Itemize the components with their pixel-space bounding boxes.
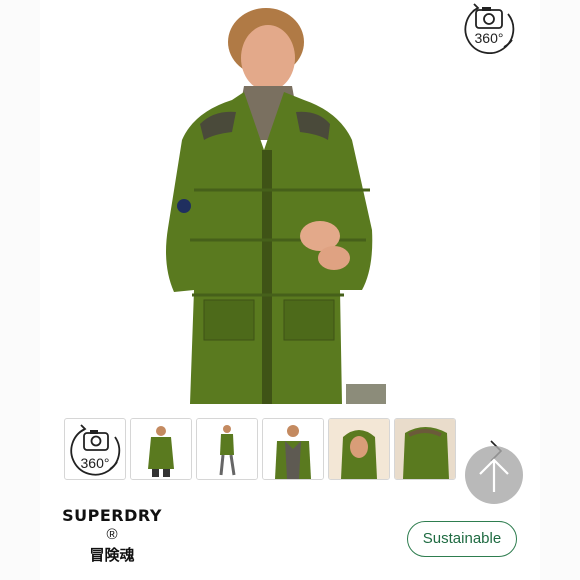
thumbnail-front-mid[interactable]: [262, 418, 324, 480]
brand-tagline: 冒険魂: [89, 547, 135, 564]
brand-name: SUPERDRY: [62, 506, 162, 525]
brand-logo[interactable]: SUPERDRY ® 冒険魂: [62, 506, 162, 565]
thumbnail-front-full[interactable]: [130, 418, 192, 480]
thumbnail-side-full[interactable]: [196, 418, 258, 480]
thumbnail-360[interactable]: 360°: [64, 418, 126, 480]
thumbnail-360-label: 360°: [80, 455, 110, 471]
thumbnail-strip: 360°: [62, 418, 522, 480]
view-360-button[interactable]: 360°: [460, 0, 518, 54]
thumbnail-back-detail[interactable]: [394, 418, 456, 480]
thumbnail-hood-up[interactable]: [328, 418, 390, 480]
view-360-label: 360°: [474, 30, 504, 46]
scroll-to-top-button[interactable]: [465, 446, 523, 504]
product-main-image[interactable]: [134, 0, 396, 404]
sustainable-badge[interactable]: Sustainable: [407, 521, 517, 557]
arrow-up-icon: [479, 458, 509, 492]
brand-registered-mark: ®: [106, 526, 118, 543]
